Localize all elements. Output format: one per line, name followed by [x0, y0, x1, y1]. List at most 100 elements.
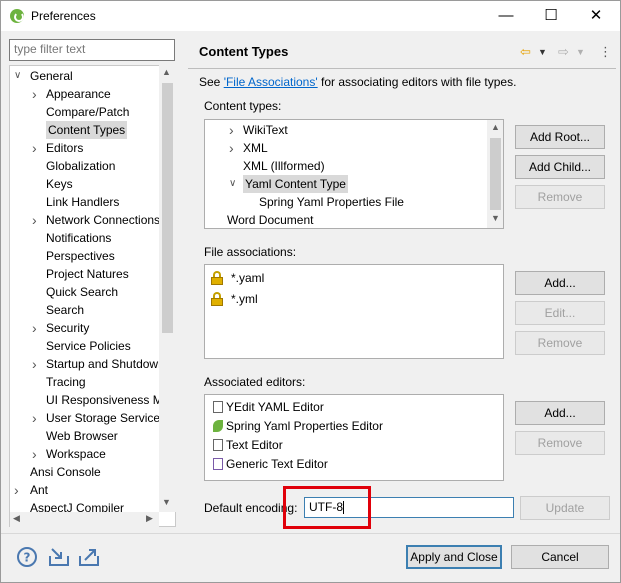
filter-input[interactable]: type filter text	[9, 39, 175, 61]
scroll-right-icon[interactable]: ▶	[146, 513, 153, 524]
expand-arrow-icon[interactable]: ›	[229, 121, 239, 138]
tree-item[interactable]: › Security	[10, 319, 160, 337]
expand-arrow-icon[interactable]: ›	[32, 355, 42, 372]
tree-item[interactable]: › Workspace	[10, 445, 160, 463]
tree-item[interactable]: Globalization	[10, 157, 160, 175]
expand-arrow-icon[interactable]: ›	[32, 409, 42, 426]
associated-editors-list[interactable]: YEdit YAML Editor Spring Yaml Properties …	[204, 394, 504, 481]
file-associations-link[interactable]: 'File Associations'	[224, 75, 318, 89]
view-menu-icon[interactable]: ⋮	[599, 44, 612, 60]
scroll-down-icon[interactable]: ▼	[491, 213, 500, 223]
collapse-arrow-icon[interactable]: ∨	[14, 67, 24, 81]
forward-menu-icon[interactable]: ▼	[576, 47, 585, 57]
remove-file-association-button[interactable]: Remove	[515, 331, 605, 355]
scroll-down-icon[interactable]: ▼	[162, 497, 171, 507]
content-types-label: Content types:	[204, 99, 282, 113]
scroll-up-icon[interactable]: ▲	[491, 122, 500, 132]
scroll-up-icon[interactable]: ▲	[162, 67, 171, 77]
content-type-item[interactable]: › XML	[205, 139, 485, 157]
help-icon[interactable]: ?	[16, 546, 38, 568]
cancel-button[interactable]: Cancel	[511, 545, 609, 569]
add-root-button[interactable]: Add Root...	[515, 125, 605, 149]
content-type-label: WikiText	[243, 123, 288, 137]
associated-editor-label: Text Editor	[226, 438, 283, 452]
tree-item-label: UI Responsiveness M	[46, 393, 163, 407]
file-associations-list[interactable]: *.yaml *.yml	[204, 264, 504, 359]
expand-arrow-icon[interactable]: ›	[14, 481, 24, 498]
back-menu-icon[interactable]: ▼	[538, 47, 547, 57]
content-type-item[interactable]: › WikiText	[205, 121, 485, 139]
tree-item[interactable]: › User Storage Service	[10, 409, 160, 427]
close-button[interactable]: ✕	[581, 5, 611, 27]
tree-item[interactable]: Service Policies	[10, 337, 160, 355]
tree-horizontal-scrollbar[interactable]: ◀ ▶	[10, 512, 159, 527]
add-file-association-button[interactable]: Add...	[515, 271, 605, 295]
tree-item[interactable]: Tracing	[10, 373, 160, 391]
tree-vertical-scrollbar[interactable]: ▲ ▼	[159, 65, 176, 512]
tree-item[interactable]: › Ant	[10, 481, 160, 499]
tree-item[interactable]: Compare/Patch	[10, 103, 160, 121]
spring-editor-icon	[213, 420, 223, 432]
remove-editor-button[interactable]: Remove	[515, 431, 605, 455]
tree-item[interactable]: › Editors	[10, 139, 160, 157]
tree-item[interactable]: Search	[10, 301, 160, 319]
tree-item[interactable]: Notifications	[10, 229, 160, 247]
tree-item[interactable]: Web Browser	[10, 427, 160, 445]
tree-scroll-thumb[interactable]	[162, 83, 173, 333]
add-editor-button[interactable]: Add...	[515, 401, 605, 425]
tree-item[interactable]: Ansi Console	[10, 463, 160, 481]
expand-arrow-icon[interactable]: ›	[32, 445, 42, 462]
tree-item-label: Content Types	[46, 121, 128, 139]
content-type-item[interactable]: Spring Yaml Properties File	[205, 193, 485, 211]
tree-item-label: User Storage Service	[46, 411, 161, 425]
remove-content-type-button[interactable]: Remove	[515, 185, 605, 209]
back-icon[interactable]: ⇦	[520, 44, 531, 60]
forward-icon[interactable]: ⇨	[558, 44, 569, 60]
maximize-button[interactable]: ☐	[536, 5, 566, 27]
preferences-window: Preferences — ☐ ✕ type filter text ∨ Gene…	[0, 0, 621, 583]
content-type-item[interactable]: XML (Illformed)	[205, 157, 485, 175]
scroll-left-icon[interactable]: ◀	[13, 513, 20, 524]
see-prefix: See	[199, 75, 224, 89]
expand-arrow-icon[interactable]: ›	[32, 85, 42, 102]
add-child-button[interactable]: Add Child...	[515, 155, 605, 179]
content-type-item[interactable]: ∨ Yaml Content Type	[205, 175, 485, 193]
tree-item[interactable]: UI Responsiveness M	[10, 391, 163, 409]
tree-item[interactable]: Content Types	[10, 121, 160, 139]
expand-arrow-icon[interactable]: ›	[32, 211, 42, 228]
tree-item-label: Project Natures	[46, 267, 129, 281]
minimize-button[interactable]: —	[491, 5, 521, 27]
associated-editors-label: Associated editors:	[204, 375, 306, 389]
file-association-label: *.yml	[231, 292, 258, 306]
expand-arrow-icon[interactable]: ›	[32, 319, 42, 336]
collapse-arrow-icon[interactable]: ∨	[229, 175, 239, 189]
content-types-scrollbar[interactable]: ▲ ▼	[487, 120, 503, 228]
tree-item-label: Web Browser	[46, 429, 118, 443]
apply-and-close-button[interactable]: Apply and Close	[406, 545, 502, 569]
expand-arrow-icon[interactable]: ›	[32, 139, 42, 156]
tree-item-label: Security	[46, 321, 90, 335]
tree-item-label: Perspectives	[46, 249, 115, 263]
content-types-list[interactable]: Word Document Spring Yaml Properties File…	[204, 119, 504, 229]
import-icon[interactable]	[47, 546, 71, 568]
tree-item[interactable]: › Startup and Shutdown	[10, 355, 165, 373]
content-types-scroll-thumb[interactable]	[490, 138, 501, 210]
tree-item[interactable]: Perspectives	[10, 247, 160, 265]
tree-item[interactable]: Link Handlers	[10, 193, 160, 211]
tree-item[interactable]: › Network Connections	[10, 211, 160, 229]
edit-file-association-button[interactable]: Edit...	[515, 301, 605, 325]
content-type-label: Word Document	[227, 213, 314, 227]
tree-item-label: Network Connections	[46, 213, 161, 227]
tree-item[interactable]: Quick Search	[10, 283, 160, 301]
export-icon[interactable]	[77, 546, 101, 568]
tree-item[interactable]: Keys	[10, 175, 160, 193]
update-encoding-button[interactable]: Update	[520, 496, 610, 520]
tree-item-label: Search	[46, 303, 85, 317]
tree-item[interactable]: Project Natures	[10, 265, 160, 283]
tree-item[interactable]: ∨ General	[10, 67, 160, 85]
content-type-item[interactable]: Word Document	[205, 211, 485, 228]
bottom-bar: ? Apply and Close Cancel	[1, 534, 620, 582]
tree-item[interactable]: › Appearance	[10, 85, 160, 103]
expand-arrow-icon[interactable]: ›	[229, 139, 239, 156]
tree-item-label: Globalization	[46, 159, 116, 173]
